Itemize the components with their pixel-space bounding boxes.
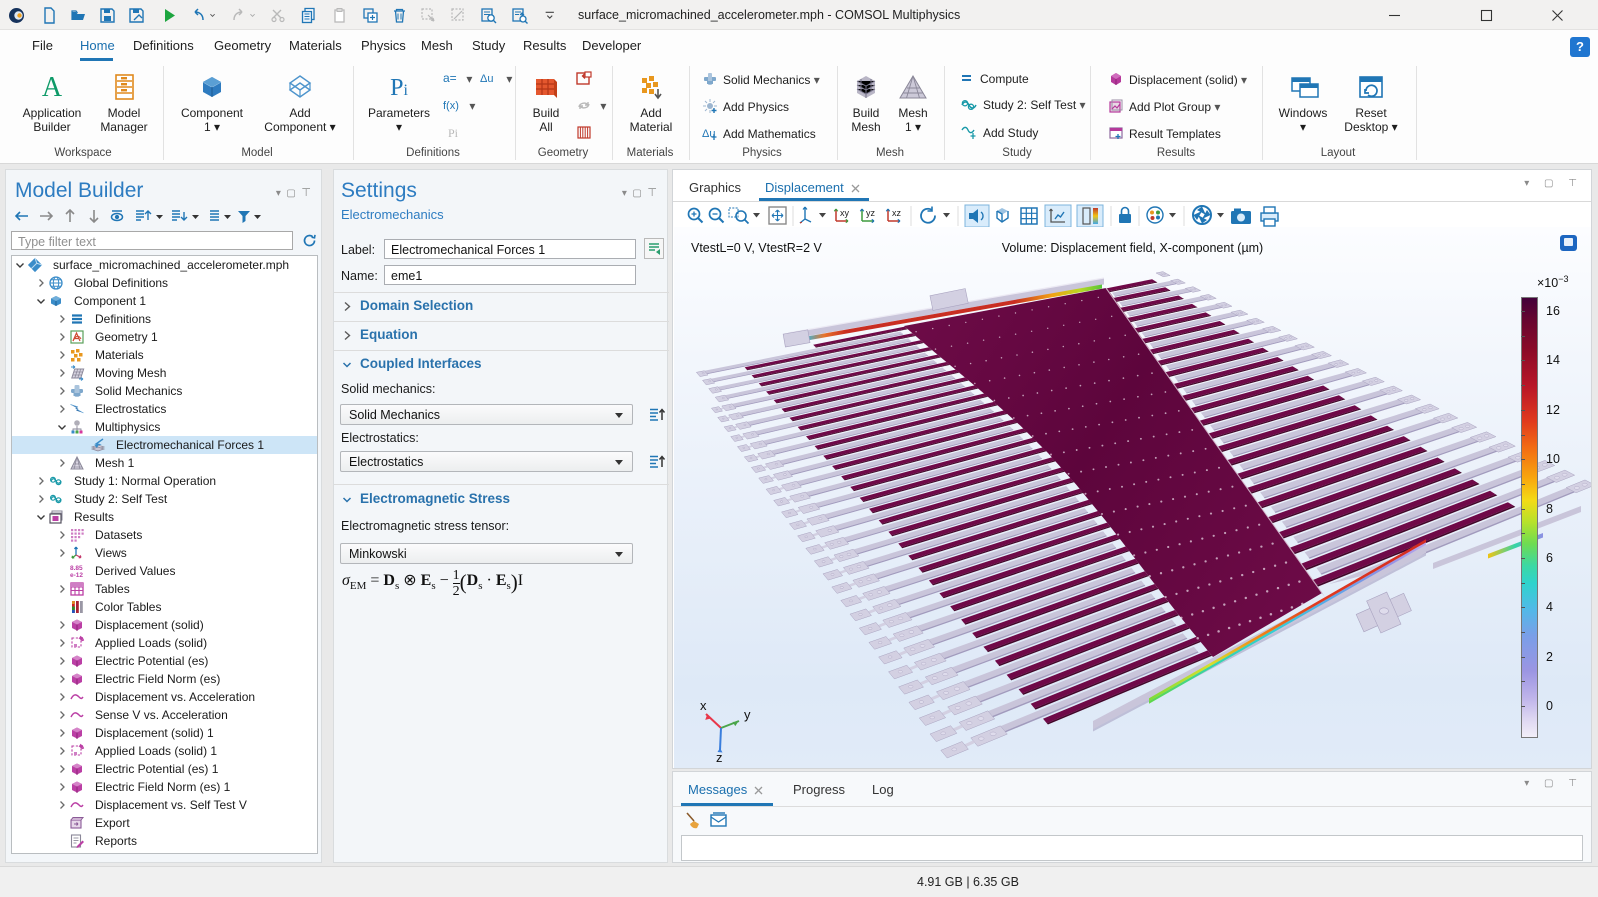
svg-text:Δu: Δu bbox=[480, 73, 493, 85]
svg-text:yz: yz bbox=[866, 208, 876, 218]
svg-text:8.85: 8.85 bbox=[70, 565, 83, 572]
svg-text:Pi: Pi bbox=[448, 126, 459, 140]
svg-text:f(x): f(x) bbox=[443, 100, 459, 112]
svg-text:e-12: e-12 bbox=[70, 572, 83, 579]
svg-text:x: x bbox=[700, 698, 707, 713]
svg-text:Pi: Pi bbox=[390, 75, 408, 101]
svg-text:y: y bbox=[744, 707, 751, 722]
svg-text:xy: xy bbox=[840, 208, 850, 218]
svg-text:A: A bbox=[42, 72, 63, 102]
svg-text:a=: a= bbox=[443, 71, 457, 85]
svg-text:xz: xz bbox=[892, 208, 902, 218]
svg-text:z: z bbox=[716, 750, 723, 765]
